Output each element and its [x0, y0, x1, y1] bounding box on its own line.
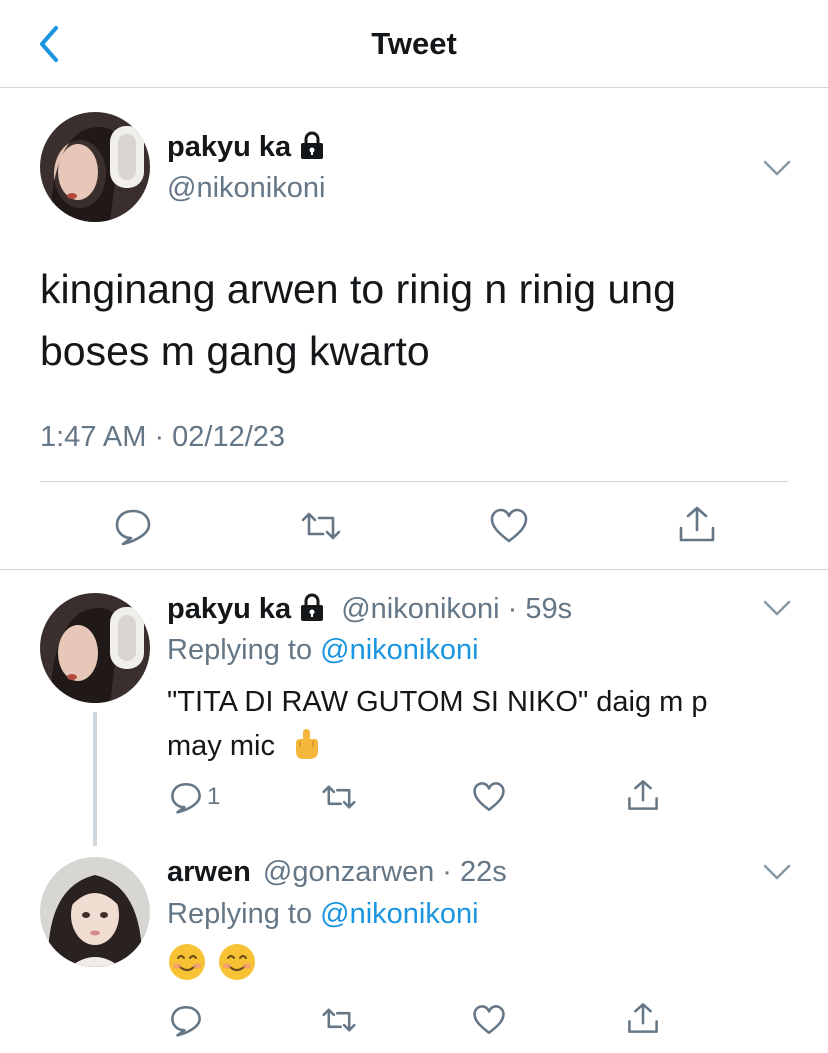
page-title: Tweet: [371, 26, 457, 61]
divider: [0, 569, 828, 570]
reply-button[interactable]: [113, 506, 153, 546]
like-button[interactable]: [472, 1003, 506, 1037]
smiling-face-emoji-icon: [219, 944, 256, 980]
heart-icon: [490, 508, 528, 543]
author-handle[interactable]: @nikonikoni: [167, 172, 325, 205]
avatar[interactable]: [40, 857, 150, 967]
tweet-text: kinginang arwen to rinig n rinig ung bos…: [40, 258, 800, 382]
share-icon: [628, 1003, 658, 1033]
reply-handle-time: @gonzarwen · 22s: [262, 856, 507, 888]
smiling-face-emoji-icon: [169, 944, 205, 980]
divider: [40, 481, 788, 482]
retweet-button[interactable]: [299, 506, 343, 546]
reply-text: "TITA DI RAW GUTOM SI NIKO" daig m p may…: [167, 680, 787, 768]
chevron-down-icon[interactable]: [762, 862, 792, 882]
replying-to: Replying to @nikonikoni: [167, 634, 479, 667]
like-button[interactable]: [472, 780, 506, 814]
replying-to-prefix: Replying to: [167, 634, 321, 666]
reply-handle-time: @nikonikoni · 59s: [341, 593, 573, 625]
retweet-icon: [322, 1008, 356, 1032]
share-button[interactable]: [626, 1001, 660, 1035]
reply-header[interactable]: arwen @gonzarwen · 22s: [167, 856, 507, 889]
chevron-down-icon[interactable]: [762, 158, 792, 178]
author-name-text: pakyu ka: [167, 131, 292, 163]
tweet-detail-screen: Tweet pakyu ka @nikonikoni kinginang arw…: [0, 0, 828, 1053]
reply-text-line: "TITA DI RAW GUTOM SI NIKO" daig m p: [167, 686, 708, 718]
retweet-icon: [301, 512, 341, 540]
mention-link[interactable]: @nikonikoni: [320, 634, 478, 666]
reply-text: [167, 942, 787, 989]
comment-icon: [171, 1005, 201, 1037]
like-button[interactable]: [489, 506, 529, 546]
replying-to-prefix: Replying to: [167, 898, 321, 930]
author-name-text: arwen: [167, 856, 251, 888]
share-icon: [628, 780, 658, 810]
lock-icon: [301, 593, 324, 621]
heart-icon: [473, 1005, 505, 1035]
tweet-text-line: boses m gang kwarto: [40, 328, 430, 374]
reply-button[interactable]: [169, 1003, 203, 1037]
reply-header[interactable]: pakyu ka @nikonikoni · 59s: [167, 592, 572, 626]
reply-text-line-2: may mic: [167, 724, 787, 768]
middle-finger-emoji-icon: [296, 729, 319, 759]
retweet-button[interactable]: [320, 1003, 358, 1037]
top-nav-bar: Tweet: [0, 0, 828, 88]
reply-count: 1: [207, 783, 221, 810]
chevron-down-icon[interactable]: [762, 598, 792, 618]
replying-to: Replying to @nikonikoni: [167, 898, 479, 931]
author-name[interactable]: pakyu ka: [167, 130, 327, 164]
reply-button[interactable]: 1: [169, 780, 220, 814]
share-button[interactable]: [677, 504, 717, 544]
avatar[interactable]: [40, 112, 150, 222]
share-button[interactable]: [626, 778, 660, 812]
tweet-timestamp[interactable]: 1:47 AM · 02/12/23: [40, 421, 285, 454]
comment-icon: [171, 782, 201, 814]
mention-link[interactable]: @nikonikoni: [320, 898, 478, 930]
share-icon: [679, 506, 715, 542]
tweet-text-line: kinginang arwen to rinig n rinig ung: [40, 266, 676, 312]
avatar[interactable]: [40, 593, 150, 703]
retweet-button[interactable]: [320, 780, 358, 814]
author-name-text: pakyu ka: [167, 593, 292, 625]
lock-icon: [301, 131, 324, 159]
heart-icon: [473, 782, 505, 812]
retweet-icon: [322, 785, 356, 809]
comment-icon: [115, 509, 151, 546]
thread-connector: [93, 712, 97, 846]
